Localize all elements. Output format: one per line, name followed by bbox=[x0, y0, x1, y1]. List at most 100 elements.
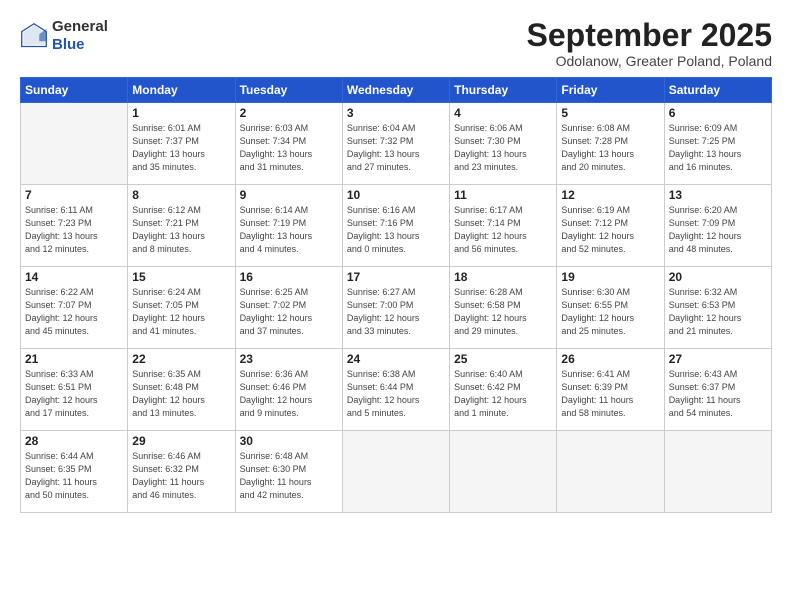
day-detail: Sunrise: 6:03 AM Sunset: 7:34 PM Dayligh… bbox=[240, 122, 338, 174]
day-number: 20 bbox=[669, 270, 767, 284]
day-detail: Sunrise: 6:25 AM Sunset: 7:02 PM Dayligh… bbox=[240, 286, 338, 338]
header-cell-wednesday: Wednesday bbox=[342, 78, 449, 103]
day-number: 23 bbox=[240, 352, 338, 366]
calendar-cell: 11Sunrise: 6:17 AM Sunset: 7:14 PM Dayli… bbox=[450, 185, 557, 267]
calendar-cell: 13 Sunrise: 6:20 AM Sunset: 7:09 PM Dayli… bbox=[664, 185, 771, 267]
day-number: 28 bbox=[25, 434, 123, 448]
logo: General Blue bbox=[20, 18, 108, 54]
logo-text: General Blue bbox=[52, 18, 108, 54]
day-detail: Sunrise: 6:32 AM Sunset: 6:53 PM Dayligh… bbox=[669, 286, 767, 338]
calendar-cell: 4Sunrise: 6:06 AM Sunset: 7:30 PM Daylig… bbox=[450, 103, 557, 185]
day-detail: Sunrise: 6:28 AM Sunset: 6:58 PM Dayligh… bbox=[454, 286, 552, 338]
calendar-cell: 20 Sunrise: 6:32 AM Sunset: 6:53 PM Dayli… bbox=[664, 267, 771, 349]
logo-general: General bbox=[52, 18, 108, 36]
day-number: 3 bbox=[347, 106, 445, 120]
day-detail: Sunrise: 6:40 AM Sunset: 6:42 PM Dayligh… bbox=[454, 368, 552, 420]
day-number: 25 bbox=[454, 352, 552, 366]
day-number: 18 bbox=[454, 270, 552, 284]
day-number: 30 bbox=[240, 434, 338, 448]
day-number: 4 bbox=[454, 106, 552, 120]
day-number: 16 bbox=[240, 270, 338, 284]
day-detail: Sunrise: 6:36 AM Sunset: 6:46 PM Dayligh… bbox=[240, 368, 338, 420]
day-detail: Sunrise: 6:48 AM Sunset: 6:30 PM Dayligh… bbox=[240, 450, 338, 502]
header-row: SundayMondayTuesdayWednesdayThursdayFrid… bbox=[21, 78, 772, 103]
header-cell-thursday: Thursday bbox=[450, 78, 557, 103]
day-number: 29 bbox=[132, 434, 230, 448]
calendar-cell: 29Sunrise: 6:46 AM Sunset: 6:32 PM Dayli… bbox=[128, 431, 235, 513]
calendar-cell: 17Sunrise: 6:27 AM Sunset: 7:00 PM Dayli… bbox=[342, 267, 449, 349]
day-number: 13 bbox=[669, 188, 767, 202]
day-detail: Sunrise: 6:44 AM Sunset: 6:35 PM Dayligh… bbox=[25, 450, 123, 502]
calendar-cell: 23 Sunrise: 6:36 AM Sunset: 6:46 PM Dayli… bbox=[235, 349, 342, 431]
header: General Blue September 2025 Odolanow, Gr… bbox=[20, 18, 772, 69]
day-number: 1 bbox=[132, 106, 230, 120]
calendar-cell: 22 Sunrise: 6:35 AM Sunset: 6:48 PM Dayli… bbox=[128, 349, 235, 431]
header-cell-sunday: Sunday bbox=[21, 78, 128, 103]
header-cell-monday: Monday bbox=[128, 78, 235, 103]
day-detail: Sunrise: 6:17 AM Sunset: 7:14 PM Dayligh… bbox=[454, 204, 552, 256]
day-detail: Sunrise: 6:12 AM Sunset: 7:21 PM Dayligh… bbox=[132, 204, 230, 256]
calendar-cell: 19 Sunrise: 6:30 AM Sunset: 6:55 PM Dayli… bbox=[557, 267, 664, 349]
calendar-cell bbox=[450, 431, 557, 513]
day-number: 26 bbox=[561, 352, 659, 366]
header-cell-saturday: Saturday bbox=[664, 78, 771, 103]
day-number: 5 bbox=[561, 106, 659, 120]
calendar-cell: 12 Sunrise: 6:19 AM Sunset: 7:12 PM Dayli… bbox=[557, 185, 664, 267]
calendar-cell: 2 Sunrise: 6:03 AM Sunset: 7:34 PM Daylig… bbox=[235, 103, 342, 185]
calendar-cell: 24Sunrise: 6:38 AM Sunset: 6:44 PM Dayli… bbox=[342, 349, 449, 431]
calendar-cell bbox=[664, 431, 771, 513]
day-detail: Sunrise: 6:20 AM Sunset: 7:09 PM Dayligh… bbox=[669, 204, 767, 256]
day-detail: Sunrise: 6:01 AM Sunset: 7:37 PM Dayligh… bbox=[132, 122, 230, 174]
logo-blue: Blue bbox=[52, 36, 108, 54]
day-detail: Sunrise: 6:35 AM Sunset: 6:48 PM Dayligh… bbox=[132, 368, 230, 420]
day-detail: Sunrise: 6:04 AM Sunset: 7:32 PM Dayligh… bbox=[347, 122, 445, 174]
day-detail: Sunrise: 6:14 AM Sunset: 7:19 PM Dayligh… bbox=[240, 204, 338, 256]
day-detail: Sunrise: 6:43 AM Sunset: 6:37 PM Dayligh… bbox=[669, 368, 767, 420]
day-detail: Sunrise: 6:30 AM Sunset: 6:55 PM Dayligh… bbox=[561, 286, 659, 338]
month-title: September 2025 bbox=[527, 18, 772, 53]
day-number: 22 bbox=[132, 352, 230, 366]
week-row-3: 21 Sunrise: 6:33 AM Sunset: 6:51 PM Dayli… bbox=[21, 349, 772, 431]
week-row-2: 14 Sunrise: 6:22 AM Sunset: 7:07 PM Dayli… bbox=[21, 267, 772, 349]
day-detail: Sunrise: 6:33 AM Sunset: 6:51 PM Dayligh… bbox=[25, 368, 123, 420]
day-number: 9 bbox=[240, 188, 338, 202]
calendar-cell: 9 Sunrise: 6:14 AM Sunset: 7:19 PM Daylig… bbox=[235, 185, 342, 267]
calendar-cell: 7Sunrise: 6:11 AM Sunset: 7:23 PM Daylig… bbox=[21, 185, 128, 267]
day-detail: Sunrise: 6:27 AM Sunset: 7:00 PM Dayligh… bbox=[347, 286, 445, 338]
day-detail: Sunrise: 6:24 AM Sunset: 7:05 PM Dayligh… bbox=[132, 286, 230, 338]
day-detail: Sunrise: 6:22 AM Sunset: 7:07 PM Dayligh… bbox=[25, 286, 123, 338]
week-row-1: 7Sunrise: 6:11 AM Sunset: 7:23 PM Daylig… bbox=[21, 185, 772, 267]
day-number: 7 bbox=[25, 188, 123, 202]
day-number: 27 bbox=[669, 352, 767, 366]
calendar-cell: 26Sunrise: 6:41 AM Sunset: 6:39 PM Dayli… bbox=[557, 349, 664, 431]
week-row-4: 28 Sunrise: 6:44 AM Sunset: 6:35 PM Dayli… bbox=[21, 431, 772, 513]
calendar-cell: 30 Sunrise: 6:48 AM Sunset: 6:30 PM Dayli… bbox=[235, 431, 342, 513]
day-number: 8 bbox=[132, 188, 230, 202]
calendar-cell: 14 Sunrise: 6:22 AM Sunset: 7:07 PM Dayli… bbox=[21, 267, 128, 349]
location-subtitle: Odolanow, Greater Poland, Poland bbox=[527, 53, 772, 69]
header-cell-tuesday: Tuesday bbox=[235, 78, 342, 103]
calendar-cell: 10Sunrise: 6:16 AM Sunset: 7:16 PM Dayli… bbox=[342, 185, 449, 267]
calendar-cell: 25 Sunrise: 6:40 AM Sunset: 6:42 PM Dayli… bbox=[450, 349, 557, 431]
title-block: September 2025 Odolanow, Greater Poland,… bbox=[527, 18, 772, 69]
calendar-cell: 5 Sunrise: 6:08 AM Sunset: 7:28 PM Daylig… bbox=[557, 103, 664, 185]
logo-icon bbox=[20, 22, 48, 50]
day-detail: Sunrise: 6:08 AM Sunset: 7:28 PM Dayligh… bbox=[561, 122, 659, 174]
day-number: 19 bbox=[561, 270, 659, 284]
calendar-cell: 3 Sunrise: 6:04 AM Sunset: 7:32 PM Daylig… bbox=[342, 103, 449, 185]
day-number: 12 bbox=[561, 188, 659, 202]
day-number: 6 bbox=[669, 106, 767, 120]
calendar-cell: 28 Sunrise: 6:44 AM Sunset: 6:35 PM Dayli… bbox=[21, 431, 128, 513]
page: General Blue September 2025 Odolanow, Gr… bbox=[0, 0, 792, 612]
calendar-cell: 6Sunrise: 6:09 AM Sunset: 7:25 PM Daylig… bbox=[664, 103, 771, 185]
calendar-cell bbox=[21, 103, 128, 185]
header-cell-friday: Friday bbox=[557, 78, 664, 103]
day-number: 2 bbox=[240, 106, 338, 120]
calendar-cell: 8 Sunrise: 6:12 AM Sunset: 7:21 PM Daylig… bbox=[128, 185, 235, 267]
day-detail: Sunrise: 6:19 AM Sunset: 7:12 PM Dayligh… bbox=[561, 204, 659, 256]
calendar-cell: 27 Sunrise: 6:43 AM Sunset: 6:37 PM Dayli… bbox=[664, 349, 771, 431]
day-number: 14 bbox=[25, 270, 123, 284]
day-number: 15 bbox=[132, 270, 230, 284]
week-row-0: 1 Sunrise: 6:01 AM Sunset: 7:37 PM Daylig… bbox=[21, 103, 772, 185]
day-number: 21 bbox=[25, 352, 123, 366]
